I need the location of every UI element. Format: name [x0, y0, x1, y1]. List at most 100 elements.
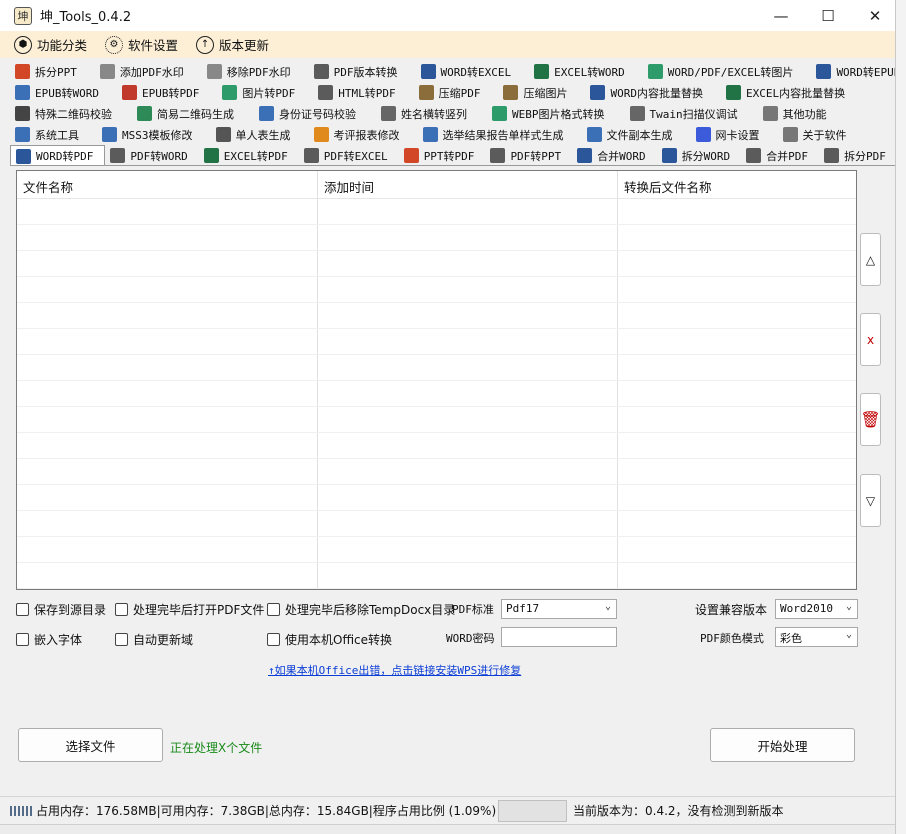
table-row[interactable] [17, 381, 856, 407]
menu-software-settings[interactable]: ⚙ 软件设置 [105, 35, 178, 54]
tab-row5-9[interactable]: 拆分PDF [819, 145, 895, 165]
maximize-button[interactable]: ☐ [805, 0, 851, 31]
tab-row5-7[interactable]: 拆分WORD [657, 145, 742, 165]
tab-label: MSS3模板修改 [122, 128, 193, 142]
table-cell [17, 459, 318, 484]
menu-function-category[interactable]: ⬢ 功能分类 [14, 35, 87, 54]
tab-row2-2[interactable]: 图片转PDF [217, 82, 313, 102]
tab-row1-3[interactable]: PDF版本转换 [309, 61, 416, 81]
save-to-source-checkbox[interactable]: 保存到源目录 [16, 601, 106, 618]
pdf-standard-select[interactable]: Pdf17 ⌄ [501, 599, 617, 619]
checkbox-box[interactable] [16, 633, 29, 646]
remove-item-button[interactable]: x [860, 313, 881, 366]
tab-row2-4[interactable]: 压缩PDF [414, 82, 499, 102]
use-local-office-checkbox[interactable]: 使用本机Office转换 [267, 631, 392, 648]
tab-row3-5[interactable]: Twain扫描仪调试 [625, 103, 758, 123]
tab-row4-4[interactable]: 选举结果报告单样式生成 [418, 124, 582, 144]
tab-row2-6[interactable]: WORD内容批量替换 [585, 82, 721, 102]
checkbox-box[interactable] [115, 603, 128, 616]
tab-row4-3[interactable]: 考评报表修改 [309, 124, 418, 144]
table-row[interactable] [17, 407, 856, 433]
table-row[interactable] [17, 485, 856, 511]
install-wps-link[interactable]: ↑如果本机Office出错，点击链接安装WPS进行修复 [268, 662, 521, 678]
tab-row2-7[interactable]: EXCEL内容批量替换 [721, 82, 863, 102]
tab-row3-1[interactable]: 简易二维码生成 [132, 103, 254, 123]
compat-version-select[interactable]: Word2010 ⌄ [775, 599, 858, 619]
tab-row4-2[interactable]: 单人表生成 [211, 124, 309, 144]
open-pdf-after-checkbox[interactable]: 处理完毕后打开PDF文件 [115, 601, 264, 618]
close-button[interactable]: ✕ [852, 0, 895, 31]
move-down-button[interactable]: ▽ [860, 474, 881, 527]
table-cell [17, 407, 318, 432]
tab-row2-1[interactable]: EPUB转PDF [117, 82, 217, 102]
column-header-added-time[interactable]: 添加时间 [318, 171, 618, 198]
tab-row5-4[interactable]: PPT转PDF [399, 145, 486, 165]
table-row[interactable] [17, 329, 856, 355]
start-processing-button[interactable]: 开始处理 [710, 728, 855, 762]
tab-row4-7[interactable]: 关于软件 [778, 124, 865, 144]
tab-row2-0[interactable]: EPUB转WORD [10, 82, 117, 102]
table-row[interactable] [17, 303, 856, 329]
checkbox-box[interactable] [267, 603, 280, 616]
tab-row4-1[interactable]: MSS3模板修改 [97, 124, 211, 144]
checkbox-box[interactable] [115, 633, 128, 646]
table-row[interactable] [17, 459, 856, 485]
table-row[interactable] [17, 433, 856, 459]
table-row[interactable] [17, 225, 856, 251]
tab-row2-3[interactable]: HTML转PDF [313, 82, 413, 102]
minimize-button[interactable]: — [758, 0, 804, 31]
tab-row5-8[interactable]: 合并PDF [741, 145, 819, 165]
tab-row1-2[interactable]: 移除PDF水印 [202, 61, 309, 81]
word-password-field[interactable] [501, 627, 617, 647]
tab-row5-6[interactable]: 合并WORD [572, 145, 657, 165]
tab-row1-4[interactable]: WORD转EXCEL [416, 61, 530, 81]
tab-icon [318, 85, 334, 100]
column-header-filename[interactable]: 文件名称 [17, 171, 318, 198]
select-files-button[interactable]: 选择文件 [18, 728, 163, 762]
tab-row5-2[interactable]: EXCEL转PDF [199, 145, 299, 165]
file-list-grid[interactable]: 文件名称 添加时间 转换后文件名称 [16, 170, 857, 590]
table-row[interactable] [17, 251, 856, 277]
table-row[interactable] [17, 199, 856, 225]
remove-tempdocx-checkbox[interactable]: 处理完毕后移除TempDocx目录 [267, 601, 455, 618]
checkbox-box[interactable] [16, 603, 29, 616]
table-row[interactable] [17, 355, 856, 381]
table-cell [618, 563, 856, 588]
tab-row4-6[interactable]: 网卡设置 [691, 124, 778, 144]
tab-icon [15, 64, 30, 79]
tab-row2-5[interactable]: 压缩图片 [498, 82, 585, 102]
tab-row1-0[interactable]: 拆分PPT [10, 61, 95, 81]
checkbox-label: 保存到源目录 [34, 603, 107, 617]
pdf-color-mode-select[interactable]: 彩色 ⌄ [775, 627, 858, 647]
tab-row1-7[interactable]: WORD转EPUB [811, 61, 895, 81]
column-header-converted-filename[interactable]: 转换后文件名称 [618, 171, 856, 198]
embed-fonts-checkbox[interactable]: 嵌入字体 [16, 631, 82, 648]
tab-row4-5[interactable]: 文件副本生成 [582, 124, 691, 144]
auto-update-fields-checkbox[interactable]: 自动更新域 [115, 631, 193, 648]
tab-icon [303, 148, 319, 163]
trash-icon[interactable]: 🗑 [860, 393, 881, 446]
tab-row3-6[interactable]: 其他功能 [758, 103, 847, 123]
tab-row3-4[interactable]: WEBP图片格式转换 [487, 103, 625, 123]
tab-row5-0[interactable]: WORD转PDF [10, 145, 106, 165]
tab-row1-1[interactable]: 添加PDF水印 [95, 61, 202, 81]
move-up-button[interactable]: △ [860, 233, 881, 286]
menu-version-update[interactable]: ↑ 版本更新 [196, 35, 269, 54]
tab-row5-1[interactable]: PDF转WORD [105, 145, 198, 165]
title-bar: 坤 坤_Tools_0.4.2 — ☐ ✕ [0, 0, 895, 31]
table-row[interactable] [17, 563, 856, 589]
table-row[interactable] [17, 511, 856, 537]
tab-row3-2[interactable]: 身份证号码校验 [254, 103, 376, 123]
tab-row1-6[interactable]: WORD/PDF/EXCEL转图片 [643, 61, 812, 81]
tab-row5-5[interactable]: PDF转PPT [485, 145, 572, 165]
tab-row3-3[interactable]: 姓名横转竖列 [376, 103, 487, 123]
tab-row1-5[interactable]: EXCEL转WORD [529, 61, 643, 81]
tab-row4-0[interactable]: 系统工具 [10, 124, 97, 144]
tab-label: 单人表生成 [235, 128, 291, 142]
tab-row3-0[interactable]: 特殊二维码校验 [10, 103, 132, 123]
checkbox-box[interactable] [267, 633, 280, 646]
table-row[interactable] [17, 537, 856, 563]
table-cell [318, 329, 618, 354]
table-row[interactable] [17, 277, 856, 303]
tab-row5-3[interactable]: PDF转EXCEL [299, 145, 399, 165]
